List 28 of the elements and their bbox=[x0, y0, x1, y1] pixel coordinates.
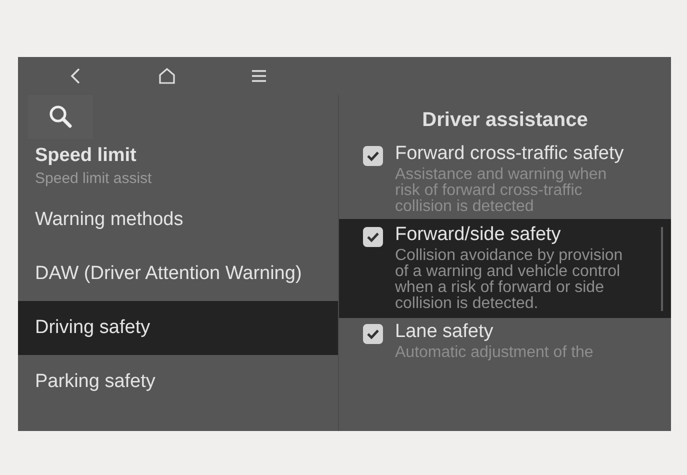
back-icon bbox=[69, 67, 81, 85]
option-row[interactable]: Lane safety Automatic adjustment of the bbox=[339, 318, 671, 365]
option-description: Automatic adjustment of the bbox=[395, 345, 594, 361]
menu-item[interactable]: Parking safety bbox=[18, 355, 338, 409]
menu-item[interactable]: Warning methods bbox=[18, 193, 338, 247]
checkbox[interactable] bbox=[363, 146, 383, 166]
search-icon bbox=[48, 104, 74, 130]
option-label: Lane safety bbox=[395, 322, 494, 342]
option-description: Assistance and warning when risk of forward cross-traffic collision is detected bbox=[395, 167, 608, 215]
menu-item[interactable]: DAW (Driver Attention Warning) bbox=[18, 247, 338, 301]
menu-item[interactable]: Speed limit Speed limit assist bbox=[18, 139, 338, 193]
menu-item-label: Speed limit bbox=[35, 145, 138, 167]
check-icon bbox=[366, 231, 380, 243]
option-label: Forward cross-traffic safety bbox=[395, 144, 625, 164]
option-label: Forward/side safety bbox=[395, 225, 562, 245]
checkbox[interactable] bbox=[363, 227, 383, 247]
menu-icon bbox=[251, 69, 267, 83]
check-icon bbox=[366, 150, 380, 162]
option-row[interactable]: Forward/side safety Collision avoidance by provision of a warning and vehicle control when a risk of forward or side collision is detected. bbox=[339, 219, 671, 318]
home-icon bbox=[158, 68, 176, 84]
checkbox[interactable] bbox=[363, 324, 383, 344]
menu-item-subtitle: Speed limit assist bbox=[35, 170, 153, 187]
panel-title: Driver assistance bbox=[421, 108, 589, 133]
search-button[interactable] bbox=[28, 95, 93, 139]
menu-item[interactable]: Driving safety bbox=[18, 301, 338, 355]
option-description: Collision avoidance by provision of a warning and vehicle control when a risk of forward or side collision is detected. bbox=[395, 248, 624, 312]
option-row[interactable]: Forward cross-traffic safety Assistance and warning when risk of forward cross-traffic collision is detected bbox=[339, 140, 671, 219]
check-icon bbox=[366, 328, 380, 340]
